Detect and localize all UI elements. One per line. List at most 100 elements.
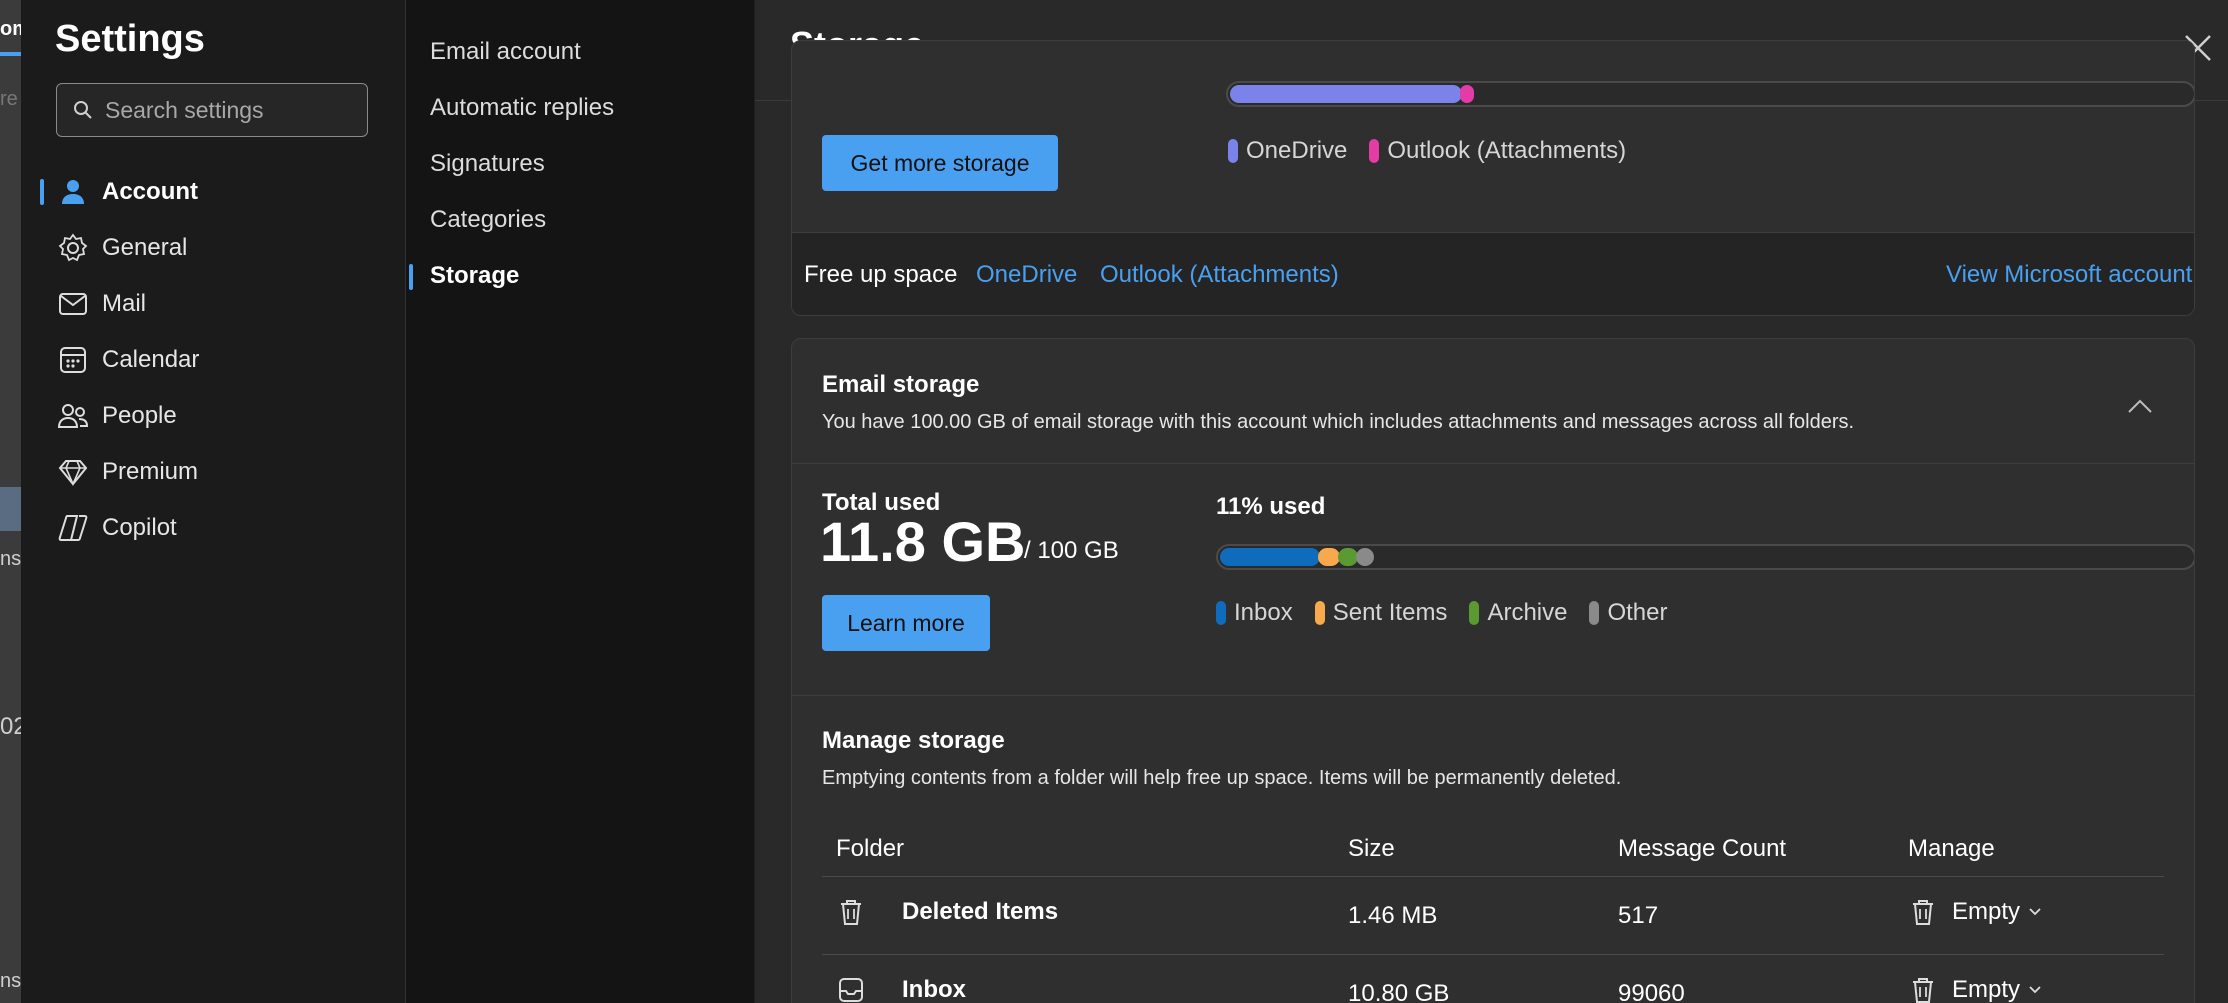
learn-more-button[interactable]: Learn more <box>822 595 990 651</box>
column-header-message-count: Message Count <box>1618 821 1908 877</box>
manage-storage-title: Manage storage <box>822 727 1005 754</box>
legend-label: Sent Items <box>1332 599 1448 626</box>
nav-item-people[interactable]: People <box>56 394 386 438</box>
copilot-icon <box>56 511 90 545</box>
legend-item: OneDrive <box>1228 137 1347 165</box>
section-divider <box>792 695 2194 696</box>
view-microsoft-account-link[interactable]: View Microsoft account <box>1946 261 2192 289</box>
nav-item-premium[interactable]: Premium <box>56 450 386 494</box>
subnav-item-storage[interactable]: Storage <box>409 254 520 298</box>
settings-nav-pane: Settings Account General Mail Calendar P… <box>21 0 406 1003</box>
background-text-fragment: 020 <box>0 713 21 740</box>
subnav-item-automatic-replies[interactable]: Automatic replies <box>430 86 614 130</box>
total-used-value: 11.8 GB <box>820 510 1026 573</box>
onedrive-link[interactable]: OneDrive <box>976 261 1077 289</box>
table-row: Deleted Items 1.46 MB 517 Empty <box>822 876 2164 955</box>
legend-swatch <box>1228 139 1238 163</box>
inbox-icon <box>839 978 863 1002</box>
subnav-item-label: Storage <box>430 262 520 289</box>
trash-icon <box>1913 978 1933 1003</box>
legend-label: Other <box>1607 599 1668 626</box>
legend-item: Sent Items <box>1314 599 1448 627</box>
active-indicator <box>409 264 413 290</box>
mail-icon <box>56 287 90 321</box>
nav-item-copilot[interactable]: Copilot <box>56 506 386 550</box>
empty-label: Empty <box>1952 898 2021 925</box>
cloud-legend: OneDrive Outlook (Attachments) <box>1228 137 1648 165</box>
empty-dropdown-button[interactable]: Empty <box>1908 897 2042 927</box>
email-legend: Inbox Sent Items Archive Other <box>1216 599 1690 627</box>
archive-segment <box>1338 548 1358 566</box>
column-header-manage: Manage <box>1908 821 2164 877</box>
legend-item: Archive <box>1469 599 1567 627</box>
storage-content: Storage Get more storage OneDrive Outloo… <box>755 0 2228 1003</box>
table-header-row: Folder Size Message Count Manage <box>822 821 2164 877</box>
people-icon <box>56 399 90 433</box>
diamond-icon <box>56 455 90 489</box>
legend-item: Other <box>1589 599 1668 627</box>
nav-item-label: Mail <box>102 290 147 317</box>
percent-used-label: 11% used <box>1216 493 1326 520</box>
cloud-storage-card: Get more storage OneDrive Outlook (Attac… <box>791 40 2195 316</box>
manage-cell: Empty <box>1908 876 2164 955</box>
nav-item-label: Premium <box>102 458 199 485</box>
nav-item-general[interactable]: General <box>56 226 386 270</box>
legend-swatch <box>1216 601 1226 625</box>
nav-item-label: Copilot <box>102 514 177 541</box>
legend-swatch <box>1589 601 1600 625</box>
free-up-space-label: Free up space <box>804 261 958 288</box>
chevron-down-icon <box>2029 986 2041 994</box>
empty-dropdown-button[interactable]: Empty <box>1908 975 2042 1003</box>
background-highlight <box>0 487 21 531</box>
size-cell: 10.80 GB <box>1348 954 1618 1003</box>
subnav-item-categories[interactable]: Categories <box>430 198 546 242</box>
section-divider <box>792 463 2194 464</box>
folder-name: Inbox <box>902 976 966 1003</box>
background-app-strip: om re ns 020 ns <box>0 0 21 1003</box>
nav-item-calendar[interactable]: Calendar <box>56 338 386 382</box>
nav-item-label: Account <box>102 178 198 205</box>
legend-swatch <box>1314 601 1325 625</box>
size-cell: 1.46 MB <box>1348 876 1618 955</box>
total-quota: / 100 GB <box>1024 537 1119 564</box>
email-usage-bar <box>1216 544 2194 570</box>
free-up-space-row: Free up space OneDrive Outlook (Attachme… <box>792 232 2194 315</box>
outlook-attachments-segment <box>1460 85 1474 103</box>
legend-label: OneDrive <box>1246 137 1348 164</box>
person-icon <box>56 175 90 209</box>
cloud-usage-bar <box>1226 81 2194 107</box>
active-indicator <box>40 179 44 205</box>
calendar-icon <box>56 343 90 377</box>
background-text-fragment: ns <box>0 548 21 570</box>
nav-item-account[interactable]: Account <box>40 170 386 214</box>
account-subnav: Email account Automatic replies Signatur… <box>406 0 754 1003</box>
gear-icon <box>56 231 90 265</box>
search-settings-input[interactable] <box>103 95 357 125</box>
nav-item-label: Calendar <box>102 346 200 373</box>
folder-cell: Inbox <box>822 954 1348 1003</box>
legend-item: Inbox <box>1216 599 1293 627</box>
manage-storage-table: Folder Size Message Count Manage Deleted… <box>822 821 2164 1003</box>
subnav-item-email-account[interactable]: Email account <box>430 30 581 74</box>
inbox-segment <box>1220 548 1320 566</box>
column-header-folder: Folder <box>822 821 1348 877</box>
legend-label: Archive <box>1487 599 1568 626</box>
legend-item: Outlook (Attachments) <box>1369 137 1626 165</box>
nav-item-mail[interactable]: Mail <box>56 282 386 326</box>
legend-label: Outlook (Attachments) <box>1387 137 1627 164</box>
subnav-item-signatures[interactable]: Signatures <box>430 142 545 186</box>
manage-cell: Empty <box>1908 954 2164 1003</box>
table-row: Inbox 10.80 GB 99060 Empty <box>822 954 2164 1003</box>
chevron-up-icon[interactable] <box>2126 397 2154 415</box>
get-more-storage-button[interactable]: Get more storage <box>822 135 1058 191</box>
outlook-attachments-link[interactable]: Outlook (Attachments) <box>1100 261 1339 289</box>
folder-cell: Deleted Items <box>822 876 1348 955</box>
empty-label: Empty <box>1952 976 2021 1003</box>
chevron-down-icon <box>2029 908 2041 916</box>
email-storage-title: Email storage <box>822 371 980 398</box>
search-settings-box[interactable] <box>56 83 368 137</box>
legend-swatch <box>1369 139 1380 163</box>
email-storage-description: You have 100.00 GB of email storage with… <box>822 411 1855 433</box>
other-segment <box>1356 548 1374 566</box>
folder-name: Deleted Items <box>902 898 1059 925</box>
